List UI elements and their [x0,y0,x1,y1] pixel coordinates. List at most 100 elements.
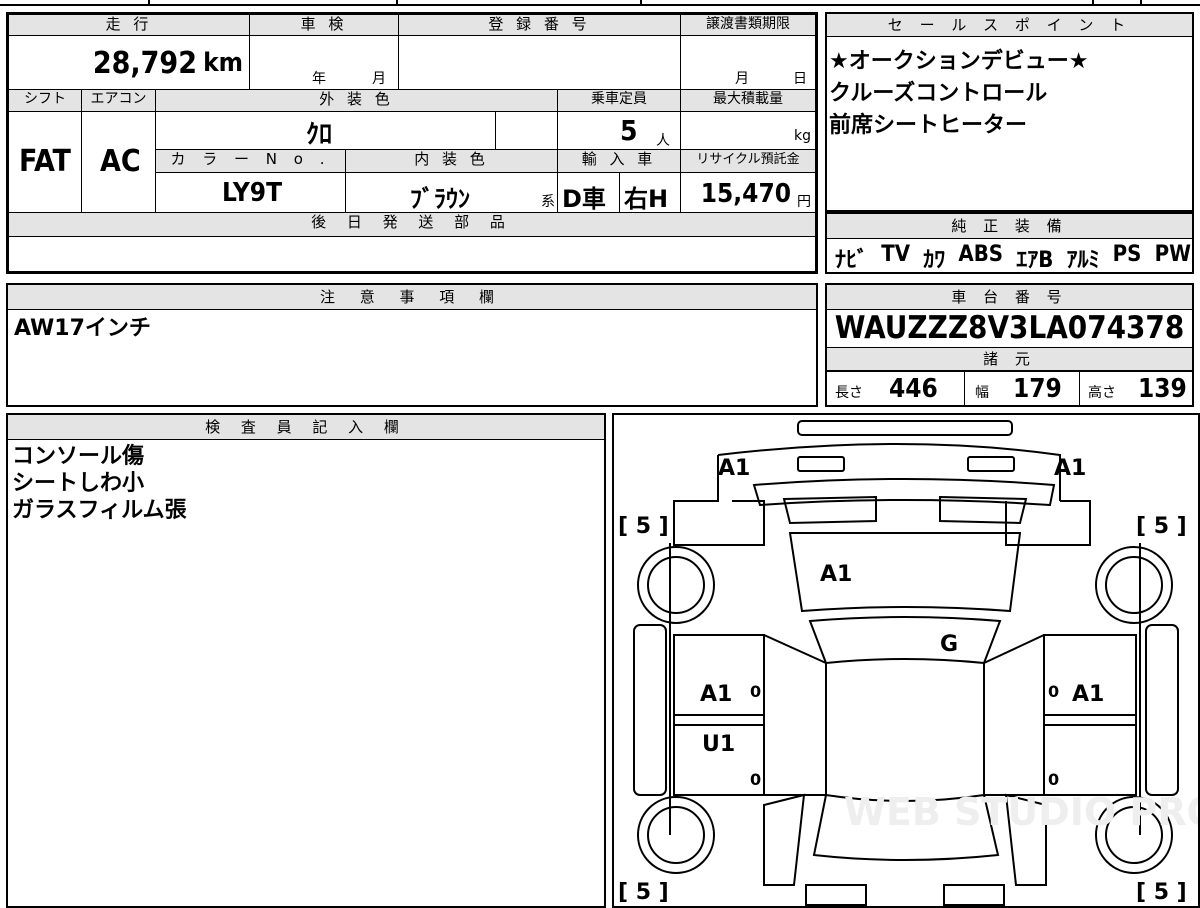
length-cell: 長さ 446 [827,371,965,405]
height-value: 139 [1138,374,1187,404]
interior-color-cell: ﾌﾞﾗｳﾝ 系 [345,172,558,213]
damage-mark: A1 [700,682,732,707]
top-strip-divider [1140,0,1142,6]
zero-mark: 0 [1048,770,1059,789]
reg-no-header: 登 録 番 号 [398,14,681,36]
car-diagram: A1 A1 A1 G A1 U1 A1 [ 5 ] [ 5 ] [ 5 ] [ … [618,420,1198,906]
height-cell: 高さ 139 [1079,371,1192,405]
damage-mark: G [940,632,958,657]
exterior-color-sub-cell [495,111,558,150]
capacity-unit: 人 [656,133,670,149]
zero-mark: 0 [1048,682,1059,701]
hood-front [752,478,1056,507]
recycle-cell: 15,470 円 [680,172,816,213]
import-cell-1: D車 [557,172,620,213]
damage-mark: U1 [702,732,735,757]
damage-mark: A1 [820,562,852,587]
front-left-wheel-inner [647,556,705,614]
capacity-value: 5 [620,114,638,147]
inspector-box: 検 査 員 記 入 欄 コンソール傷 シートしわ小 ガラスフィルム張 [6,413,606,908]
capacity-cell: 5 人 [557,111,681,150]
import-value-2: 右H [624,185,669,213]
top-strip [0,0,1200,6]
tire-mark: [ 5 ] [1136,880,1187,905]
shift-value: FAT [19,144,71,179]
interior-color-header: 内 装 色 [345,149,558,173]
recycle-unit: 円 [797,194,811,210]
max-load-unit: kg [794,128,811,144]
right-rocker [1145,624,1179,796]
top-strip-divider [148,0,150,6]
inspector-line: ガラスフィルム張 [12,498,187,523]
shift-header: シフト [8,89,82,112]
zero-mark: 0 [750,770,761,789]
later-parts-header: 後 日 発 送 部 品 [8,212,816,237]
dims-header: 諸 元 [827,347,1192,371]
reg-no-cell [398,35,681,90]
notes-box: 注 意 事 項 欄 AW17インチ [6,283,818,407]
damage-mark: A1 [718,456,750,481]
equipment-item: PS [1112,242,1142,267]
recycle-header: リサイクル預託金 [680,149,816,173]
equipment-item: ﾅﾋﾞ [835,248,869,273]
spec-grid: 走 行 車 検 登 録 番 号 譲渡書類期限 28,792 km 年 月 月 日… [6,12,818,274]
equipment-item: ｱﾙﾐ [1066,248,1100,273]
chassis-box: 車 台 番 号 WAUZZZ8V3LA074378 諸 元 長さ 446 幅 1… [825,283,1194,407]
sales-points-box: セ ー ル ス ポ イ ン ト ★オークションデビュー★ クルーズコントロール … [825,12,1194,212]
inspection-header: 車 検 [249,14,399,36]
left-pillar [763,634,827,796]
length-value: 446 [889,374,938,404]
notes-header: 注 意 事 項 欄 [8,285,816,310]
shift-cell: FAT [8,111,82,213]
notes-text: AW17インチ [14,316,151,341]
equipment-item: ｴｱB [1016,248,1054,273]
front-right-wheel [1095,546,1173,624]
sales-point-line: 前席シートヒーター [829,113,1028,138]
exterior-color-cell: ｸﾛ [155,111,496,150]
equipment-item: PW [1154,242,1191,267]
mileage-header: 走 行 [8,14,250,36]
deadline-cell: 月 日 [680,35,816,90]
cabin [825,663,985,802]
front-bumper [797,420,1013,436]
import-value-1: D車 [562,185,606,213]
left-headlight [797,456,845,472]
sales-point-line: ★オークションデビュー★ [829,49,1089,74]
rear-left-wheel-inner [647,806,705,864]
watermark: WEB STUDIO PRO [844,790,1198,834]
chassis-header: 車 台 番 号 [827,285,1192,310]
deadline-day-label: 日 [793,71,807,87]
damage-mark: A1 [1054,456,1086,481]
aircon-header: エアコン [81,89,156,112]
color-no-value: LY9T [222,178,283,208]
right-headlight [967,456,1015,472]
inspector-line: シートしわ小 [12,471,145,496]
equipment-item: ｶﾜ [923,248,946,273]
sales-point-line: クルーズコントロール [829,81,1048,106]
color-no-header: カ ラ ー N o . [155,149,346,173]
import-cell-2: 右H [619,172,681,213]
tire-mark: [ 5 ] [618,514,669,539]
inspection-year-label: 年 [312,71,326,87]
import-header: 輸 入 車 [557,149,681,173]
width-label: 幅 [975,385,989,401]
mileage-cell: 28,792 km [8,35,250,90]
damage-mark: A1 [1072,682,1104,707]
equipment-item: ABS [958,242,1004,267]
color-no-cell: LY9T [155,172,346,213]
later-parts-cell [8,236,816,272]
height-label: 高さ [1088,385,1116,401]
max-load-cell: kg [680,111,816,150]
sales-points-header: セ ー ル ス ポ イ ン ト [827,14,1192,37]
top-strip-divider [396,0,398,6]
tire-mark: [ 5 ] [618,880,669,905]
equipment-list: ﾅﾋﾞ TV ｶﾜ ABS ｴｱB ｱﾙﾐ PS PW [835,242,1191,274]
aircon-value: AC [100,144,141,179]
capacity-header: 乗車定員 [557,89,681,112]
deadline-month-label: 月 [735,71,749,87]
inspector-line: コンソール傷 [12,444,145,469]
length-label: 長さ [835,385,863,401]
left-rocker [633,624,667,796]
max-load-header: 最大積載量 [680,89,816,112]
car-diagram-box: A1 A1 A1 G A1 U1 A1 [ 5 ] [ 5 ] [ 5 ] [ … [612,413,1200,908]
